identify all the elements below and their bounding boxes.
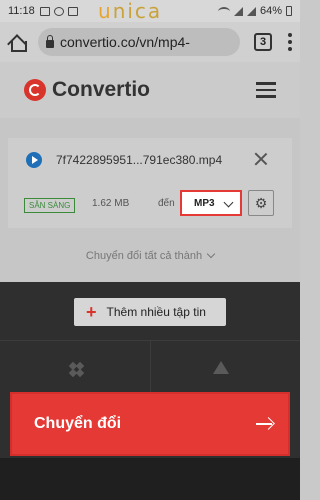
remove-file-icon[interactable]: [254, 152, 268, 166]
more-menu-icon[interactable]: [288, 33, 292, 51]
bottom-strip: [0, 458, 300, 500]
convert-button[interactable]: Chuyển đổi: [10, 392, 290, 456]
wifi-icon: [217, 6, 230, 16]
browser-toolbar: convertio.co/vn/mp4- 3: [0, 22, 300, 62]
site-header: Convertio: [0, 62, 300, 118]
message-icon: [67, 6, 78, 16]
address-bar[interactable]: convertio.co/vn/mp4-: [38, 28, 240, 56]
video-file-icon: [26, 152, 42, 168]
tabs-button[interactable]: 3: [254, 33, 272, 51]
convert-label: Chuyển đổi: [34, 415, 122, 432]
gallery-icon: [39, 6, 50, 16]
convert-all-selector[interactable]: Chuyển đổi tất cả thành: [0, 249, 300, 262]
status-badge: SẴN SÀNG: [24, 198, 76, 213]
url-text: convertio.co/vn/mp4-: [60, 34, 190, 50]
google-drive-icon: [213, 361, 229, 374]
file-name: 7f7422895951...791ec380.mp4: [56, 153, 223, 167]
battery-icon: [286, 6, 292, 16]
arrow-right-icon: [256, 417, 274, 431]
signal-icon: [246, 6, 256, 16]
cloud-sources: [0, 340, 300, 401]
brand-name[interactable]: Convertio: [52, 78, 150, 102]
convertio-logo-icon[interactable]: [24, 79, 46, 101]
dropbox-icon: [68, 361, 85, 378]
file-list-area: 7f7422895951...791ec380.mp4 SẴN SÀNG 1.6…: [0, 118, 300, 282]
plus-icon: +: [86, 302, 97, 322]
signal-icon: [233, 6, 243, 16]
notification-icon: [53, 6, 64, 16]
format-dropdown[interactable]: MP3: [180, 190, 242, 216]
convert-all-label: Chuyển đổi tất cả thành: [85, 250, 203, 262]
chevron-down-icon: [223, 197, 234, 208]
chevron-down-icon: [206, 249, 216, 259]
add-more-files-button[interactable]: + Thêm nhiều tập tin: [74, 298, 226, 326]
lock-icon: [46, 35, 54, 48]
status-time: 11:18: [8, 5, 35, 17]
gear-icon: ⚙: [254, 194, 268, 211]
hamburger-menu-icon[interactable]: [256, 82, 276, 98]
to-label: đến: [158, 198, 175, 209]
file-size: 1.62 MB: [92, 198, 130, 209]
file-row: 7f7422895951...791ec380.mp4 SẴN SÀNG 1.6…: [8, 138, 292, 228]
home-icon[interactable]: [8, 33, 27, 52]
battery-level: 64%: [259, 5, 282, 17]
watermark-logo: unica: [98, 0, 163, 23]
format-value: MP3: [194, 197, 215, 209]
settings-button[interactable]: ⚙: [248, 190, 274, 216]
status-right: 64%: [217, 5, 292, 17]
add-more-label: Thêm nhiều tập tin: [106, 305, 206, 319]
